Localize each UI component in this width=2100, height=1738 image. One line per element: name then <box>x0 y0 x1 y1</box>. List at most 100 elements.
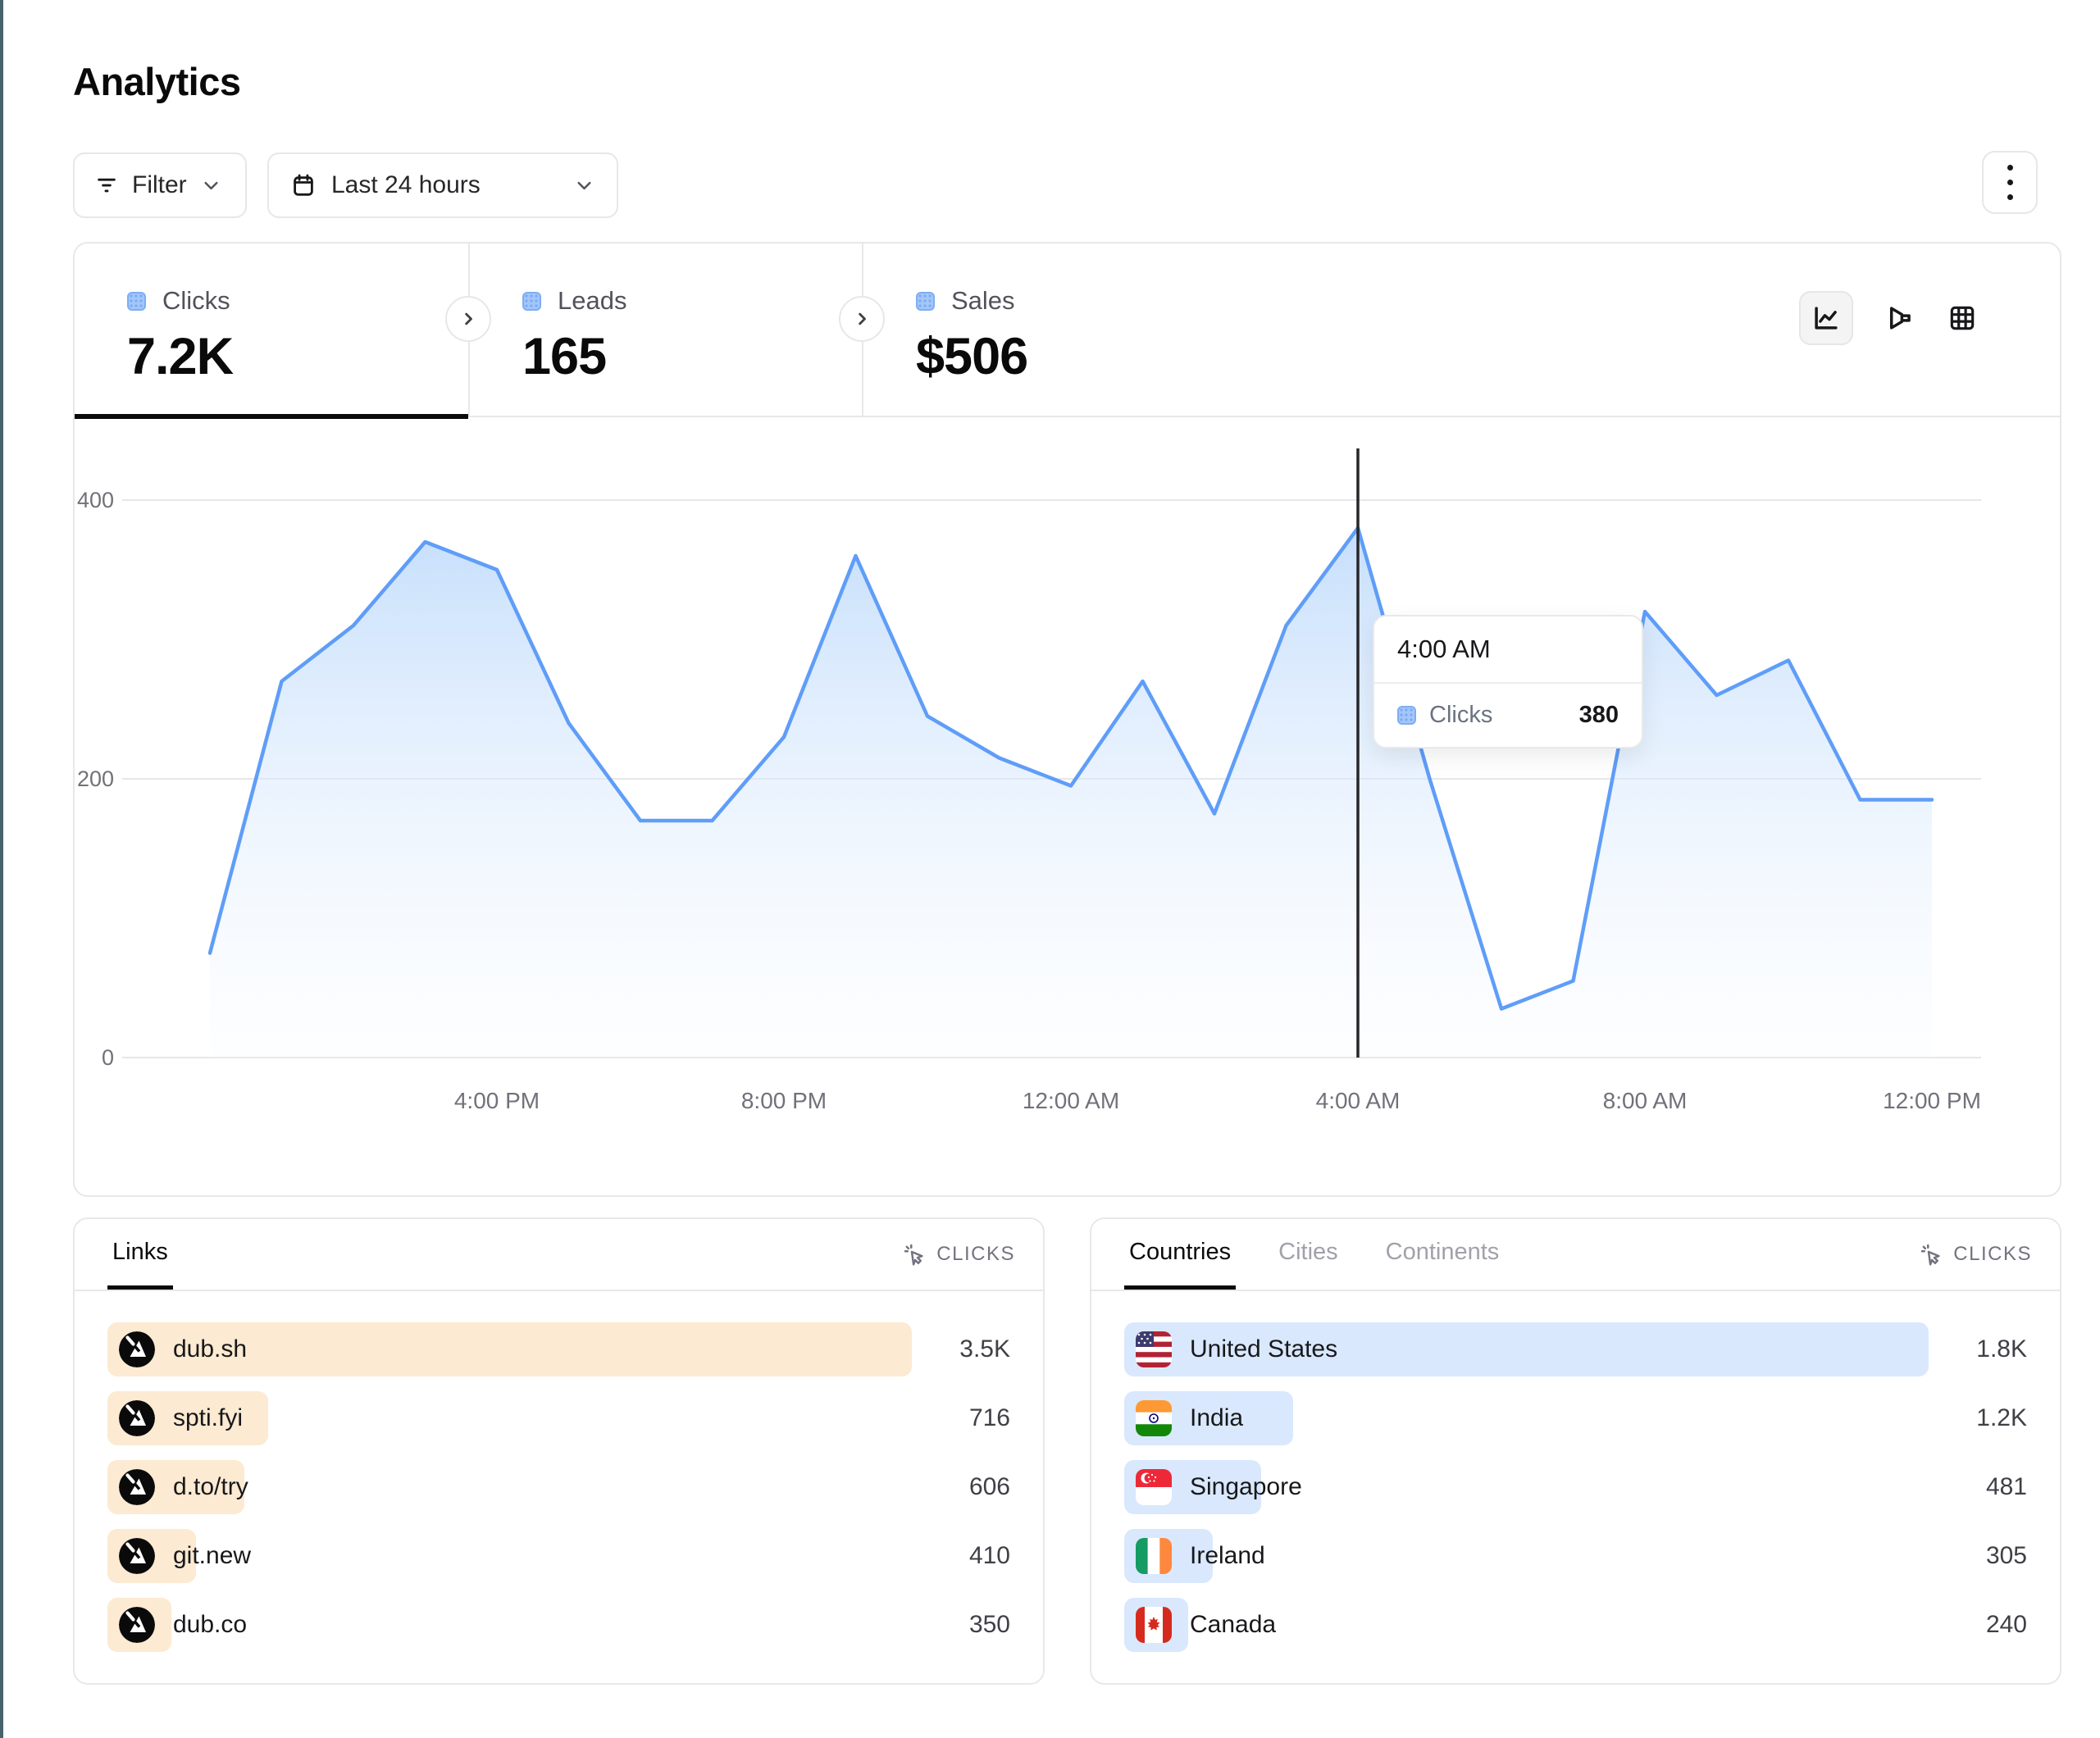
chevron-down-icon <box>573 175 595 197</box>
line-chart-view-button[interactable] <box>1799 291 1853 345</box>
leaderboard-row[interactable]: Canada 240 <box>1124 1598 2027 1652</box>
funnel-view-button[interactable] <box>1884 303 1916 334</box>
flag-sg-icon <box>1136 1469 1172 1505</box>
clicks-area-chart[interactable]: 02004004:00 PM8:00 PM12:00 AM4:00 AM8:00… <box>75 417 2063 1197</box>
tab-continents[interactable]: Continents <box>1381 1219 1505 1290</box>
tab-countries[interactable]: Countries <box>1124 1219 1236 1290</box>
date-range-button[interactable]: Last 24 hours <box>267 152 618 218</box>
table-grid-icon <box>1947 303 1978 334</box>
tab-links[interactable]: Links <box>107 1219 173 1290</box>
leads-legend-chip <box>522 292 541 311</box>
expand-leads-button[interactable] <box>839 296 885 342</box>
row-value: 1.2K <box>1976 1391 2027 1445</box>
chevron-right-icon <box>457 307 480 330</box>
row-label: United States <box>1190 1335 1337 1363</box>
leaderboard-row[interactable]: Singapore 481 <box>1124 1460 2027 1514</box>
more-options-button[interactable] <box>1982 151 2038 214</box>
india-flag-icon <box>1136 1400 1172 1436</box>
calendar-icon <box>290 172 317 198</box>
chevron-right-icon <box>850 307 873 330</box>
dub-logo-icon <box>119 1400 155 1436</box>
sales-legend-chip <box>916 292 935 311</box>
row-value: 240 <box>1986 1598 2027 1652</box>
countries-metric-selector[interactable]: CLICKS <box>1919 1242 2032 1267</box>
table-view-button[interactable] <box>1947 303 1978 334</box>
svg-text:200: 200 <box>77 767 114 791</box>
row-label: dub.co <box>173 1611 247 1639</box>
funnel-icon <box>1884 303 1916 334</box>
analytics-page: Analytics Filter Last 24 hours Clicks <box>0 0 2100 1738</box>
leaderboard-row[interactable]: dub.sh 3.5K <box>107 1322 1010 1376</box>
stat-label: Sales <box>951 286 1015 316</box>
flag-us-icon <box>1136 1331 1172 1367</box>
flag-ie-icon <box>1136 1538 1172 1574</box>
filter-icon <box>94 173 119 198</box>
filter-label: Filter <box>132 171 187 199</box>
row-value: 606 <box>969 1460 1010 1514</box>
tab-leads[interactable]: Leads 165 <box>470 243 863 417</box>
row-label: spti.fyi <box>173 1404 243 1432</box>
row-value: 481 <box>1986 1460 2027 1514</box>
row-label: India <box>1190 1404 1243 1432</box>
row-value: 716 <box>969 1391 1010 1445</box>
row-label: Canada <box>1190 1611 1276 1639</box>
tab-cities[interactable]: Cities <box>1273 1219 1343 1290</box>
stat-value: 165 <box>522 327 863 386</box>
svg-text:12:00 AM: 12:00 AM <box>1023 1088 1119 1113</box>
page-title: Analytics <box>73 59 240 104</box>
links-panel: Links CLICKS dub.sh 3.5K spti.fyi 716 d.to/t… <box>73 1217 1045 1685</box>
tooltip-series: Clicks <box>1429 702 1492 729</box>
leaderboard-row[interactable]: dub.co 350 <box>107 1598 1010 1652</box>
kebab-icon <box>2007 165 2013 200</box>
dub-logo-icon <box>119 1400 155 1436</box>
tab-sales[interactable]: Sales $506 <box>863 243 1257 417</box>
svg-text:4:00 PM: 4:00 PM <box>454 1088 540 1113</box>
row-value: 350 <box>969 1598 1010 1652</box>
svg-text:12:00 PM: 12:00 PM <box>1883 1088 1981 1113</box>
singapore-flag-icon <box>1136 1469 1172 1505</box>
svg-text:0: 0 <box>102 1045 114 1070</box>
tooltip-value: 380 <box>1579 702 1619 729</box>
countries-panel: Countries Cities Continents CLICKS Unite… <box>1090 1217 2061 1685</box>
leaderboard-row[interactable]: spti.fyi 716 <box>107 1391 1010 1445</box>
row-label: git.new <box>173 1542 251 1570</box>
dub-logo-icon <box>119 1607 155 1643</box>
leaderboard-row[interactable]: Ireland305 <box>1124 1529 2027 1583</box>
ireland-flag-icon <box>1136 1538 1172 1574</box>
filter-button[interactable]: Filter <box>73 152 247 218</box>
stat-label: Clicks <box>162 286 230 316</box>
chart-tooltip: 4:00 AM Clicks 380 <box>1373 615 1643 748</box>
chevron-down-icon <box>200 175 222 197</box>
row-value: 410 <box>969 1529 1010 1583</box>
row-label: dub.sh <box>173 1335 247 1363</box>
row-label: Singapore <box>1190 1473 1302 1501</box>
dub-logo-icon <box>119 1331 155 1367</box>
stat-value: 7.2K <box>127 327 468 386</box>
line-chart-icon <box>1811 303 1842 334</box>
tab-clicks[interactable]: Clicks 7.2K <box>75 243 468 417</box>
leaderboard-row[interactable]: d.to/try606 <box>107 1460 1010 1514</box>
canada-flag-icon <box>1136 1607 1172 1643</box>
dub-logo-icon <box>119 1331 155 1367</box>
expand-clicks-button[interactable] <box>445 296 491 342</box>
leaderboard-row[interactable]: India 1.2K <box>1124 1391 2027 1445</box>
metric-label: CLICKS <box>1953 1243 2032 1266</box>
links-metric-selector[interactable]: CLICKS <box>902 1242 1015 1267</box>
row-value: 1.8K <box>1976 1322 2027 1376</box>
stats-tab-row: Clicks 7.2K Leads 165 Sales $506 <box>75 243 2060 417</box>
cursor-click-icon <box>902 1242 927 1267</box>
tooltip-time: 4:00 AM <box>1374 616 1642 682</box>
row-value: 3.5K <box>959 1322 1010 1376</box>
svg-text:4:00 AM: 4:00 AM <box>1316 1088 1401 1113</box>
leaderboard-row[interactable]: git.new 410 <box>107 1529 1010 1583</box>
dub-logo-icon <box>119 1469 155 1505</box>
date-range-label: Last 24 hours <box>331 171 481 199</box>
dub-logo-icon <box>119 1538 155 1574</box>
stat-value: $506 <box>916 327 1257 386</box>
chart-area-fill <box>210 528 1932 1058</box>
dub-logo-icon <box>119 1607 155 1643</box>
dub-logo-icon <box>119 1469 155 1505</box>
analytics-card: Clicks 7.2K Leads 165 Sales $506 <box>73 242 2061 1197</box>
flag-in-icon <box>1136 1400 1172 1436</box>
leaderboard-row[interactable]: United States 1.8K <box>1124 1322 2027 1376</box>
